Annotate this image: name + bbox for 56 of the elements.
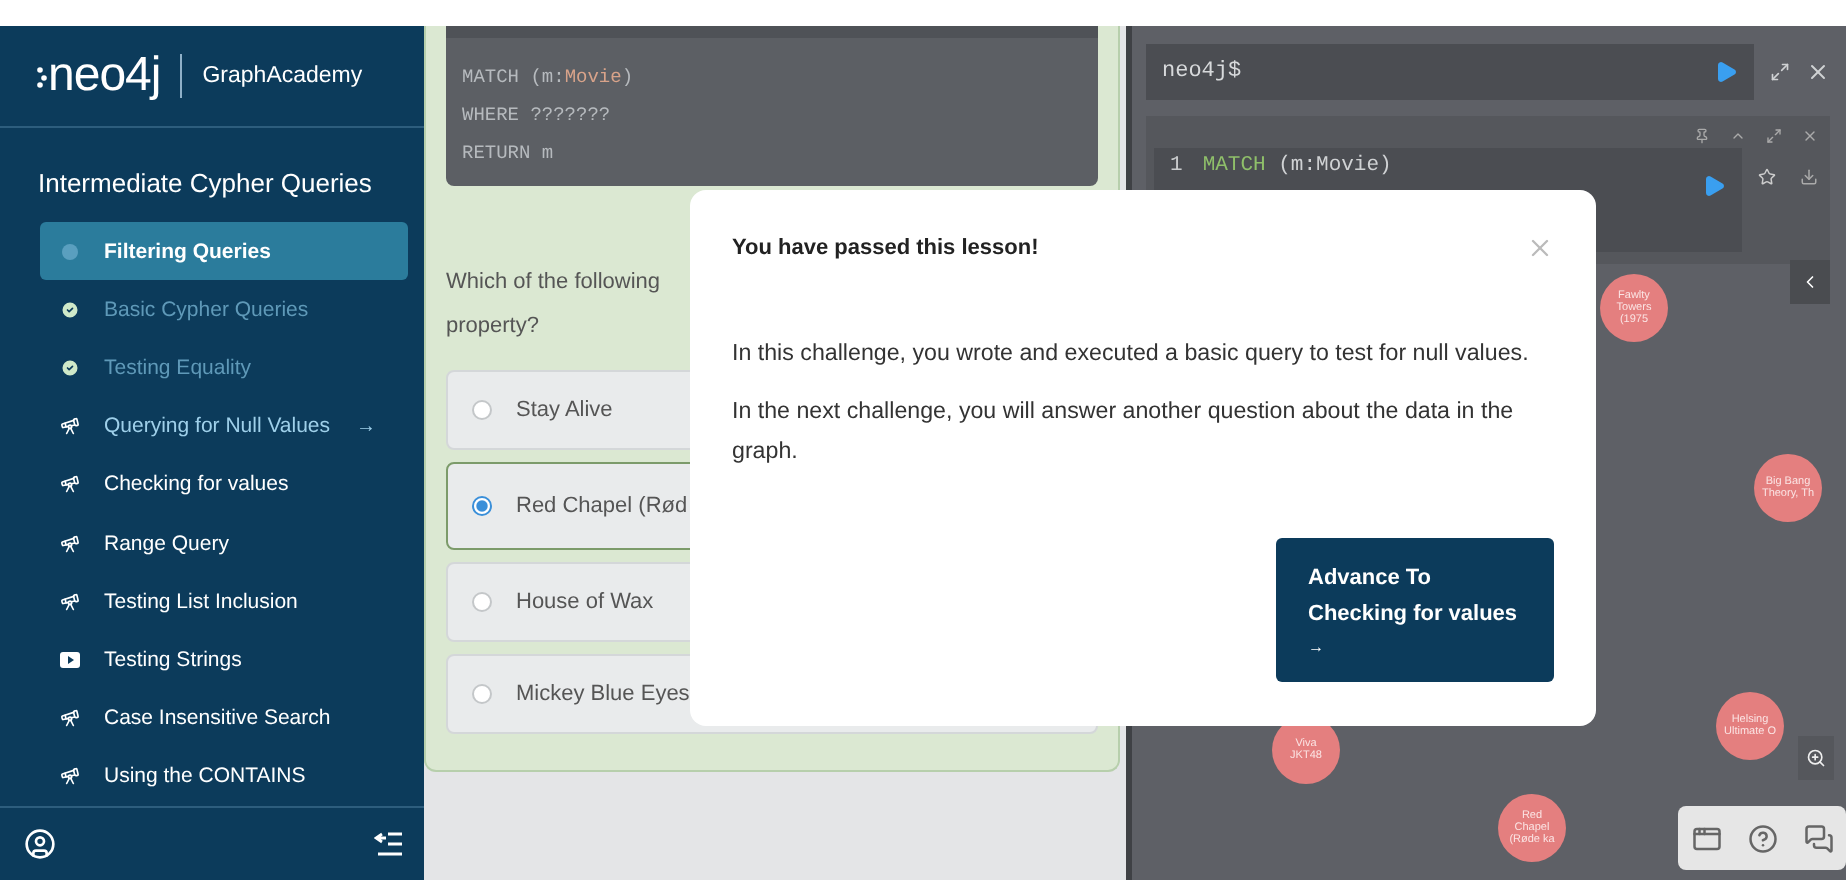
lesson-item[interactable]: Basic Cypher Queries (40, 280, 408, 339)
chat-icon[interactable] (1803, 823, 1833, 853)
help-icon[interactable] (1747, 823, 1777, 853)
zoom-in-button[interactable] (1798, 736, 1834, 780)
lesson-item[interactable]: Querying for Null Values → (40, 397, 408, 456)
telescope-icon (60, 708, 80, 729)
zoom-in-icon (1806, 748, 1826, 768)
check-icon (60, 358, 80, 378)
play-icon[interactable] (1714, 60, 1738, 84)
dialog-text: In this challenge, you wrote and executed a basic query to test for null values. (732, 338, 1531, 370)
lesson-item[interactable]: Testing Strings (40, 630, 408, 690)
question-text: Which of the following (446, 268, 662, 298)
chevron-up-icon[interactable] (1730, 128, 1746, 144)
telescope-icon (60, 416, 80, 437)
logo-text: neo4j (48, 48, 161, 104)
window-icon[interactable] (1691, 823, 1721, 853)
code-block: MATCH (m:Movie) WHERE ??????? RETURN m (446, 26, 1098, 186)
telescope-icon (60, 766, 80, 787)
advance-button[interactable]: Advance To Checking for values → (1276, 538, 1554, 682)
course-title: Intermediate Cypher Queries (36, 166, 374, 202)
expand-icon[interactable] (1770, 62, 1790, 82)
lesson-item[interactable]: Using the CONTAINS (40, 747, 408, 806)
user-icon[interactable] (24, 828, 56, 860)
telescope-icon (60, 474, 80, 495)
pin-icon[interactable] (1694, 128, 1710, 144)
close-icon[interactable] (1806, 60, 1830, 84)
video-icon (60, 652, 80, 669)
check-icon (60, 299, 80, 320)
close-icon[interactable] (1802, 128, 1818, 144)
dialog-text: In the next challenge, you will answer another question about the data in the graph. (732, 396, 1516, 468)
lesson-item[interactable]: Testing Equality (40, 338, 408, 398)
brand-name: GraphAcademy (202, 64, 363, 88)
dot-icon (62, 243, 78, 260)
lesson-item[interactable]: Filtering Queries (40, 222, 408, 281)
collapse-menu-icon[interactable] (374, 832, 404, 856)
radio-button[interactable] (472, 592, 492, 612)
star-icon[interactable] (1758, 168, 1776, 186)
radio-button[interactable] (472, 400, 492, 420)
lesson-item[interactable]: Testing List Inclusion (40, 572, 408, 631)
query-text: MATCH (m:Movie) (1202, 154, 1392, 178)
query-editor[interactable]: neo4j$ (1146, 44, 1754, 100)
telescope-icon (60, 591, 80, 612)
play-icon[interactable] (1702, 174, 1726, 198)
logo-dots-icon (36, 64, 48, 88)
close-icon[interactable] (1526, 234, 1554, 262)
question-text: property? (446, 312, 541, 342)
line-number: 1 (1170, 154, 1183, 178)
expand-icon[interactable] (1766, 128, 1782, 144)
telescope-icon (60, 533, 80, 554)
download-icon[interactable] (1800, 168, 1818, 186)
lesson-item[interactable]: Range Query (40, 514, 408, 573)
radio-button[interactable] (472, 496, 492, 516)
lesson-item[interactable]: Checking for values (40, 455, 408, 515)
lesson-item[interactable]: Case Insensitive Search (40, 689, 408, 748)
dialog-title: You have passed this lesson! (732, 236, 1039, 260)
radio-button[interactable] (472, 684, 492, 704)
